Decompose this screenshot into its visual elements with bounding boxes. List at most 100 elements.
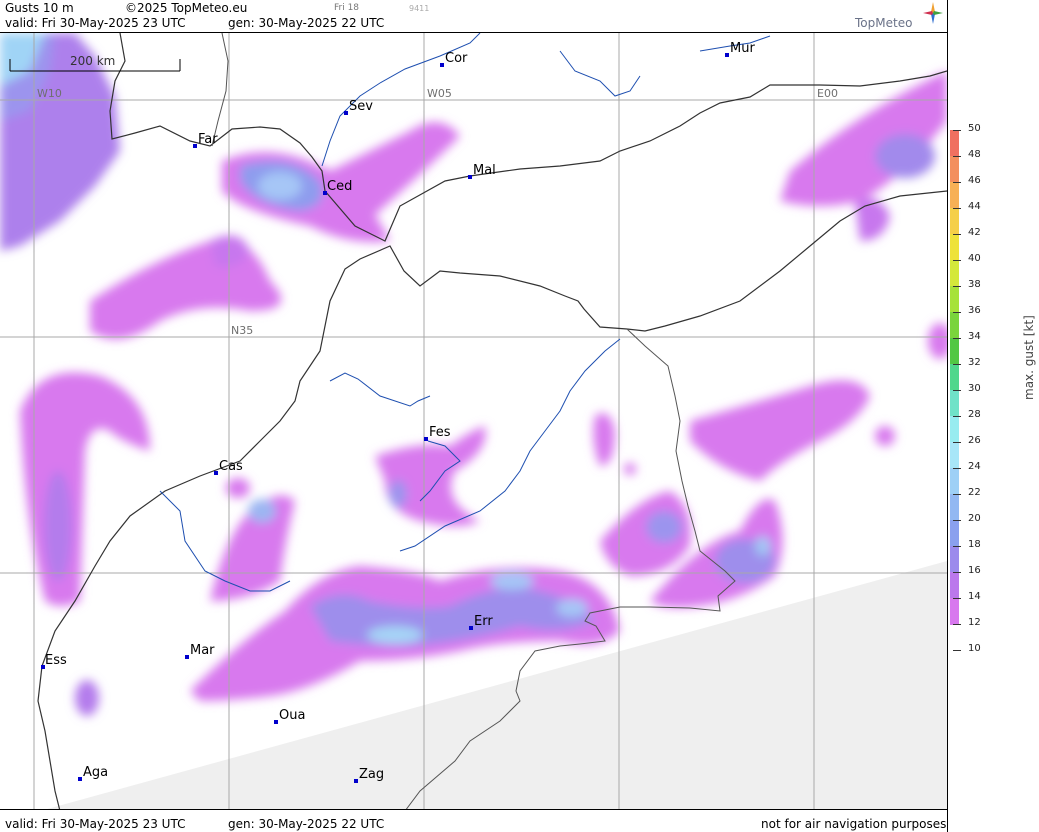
- legend-tick-label: 14: [968, 591, 981, 602]
- legend-tick-label: 36: [968, 305, 981, 316]
- city-label-far: Far: [198, 132, 218, 147]
- city-mal[interactable]: Mal: [468, 163, 496, 179]
- city-aga[interactable]: Aga: [78, 765, 108, 781]
- legend-tick-mark: [953, 468, 961, 469]
- legend-swatch: [950, 208, 959, 235]
- legend-tick-label: 16: [968, 565, 981, 576]
- grid-label-e00: E00: [817, 87, 838, 100]
- legend-tick-label: 28: [968, 409, 981, 420]
- legend-swatch: [950, 234, 959, 261]
- legend-tick-label: 48: [968, 149, 981, 160]
- legend-swatch: [950, 260, 959, 287]
- grid-label-w10: W10: [37, 87, 62, 100]
- legend-tick-mark: [953, 494, 961, 495]
- legend-tick-label: 18: [968, 539, 981, 550]
- legend-tick-mark: [953, 234, 961, 235]
- legend-colorbar: [950, 130, 959, 625]
- city-label-zag: Zag: [359, 767, 384, 782]
- city-label-mar: Mar: [190, 643, 215, 658]
- gen-time: gen: 30-May-2025 22 UTC: [228, 16, 385, 30]
- legend-swatch: [950, 572, 959, 599]
- legend-tick-mark: [953, 156, 961, 157]
- legend-swatch: [950, 312, 959, 339]
- legend-swatch: [950, 494, 959, 521]
- city-ess[interactable]: Ess: [41, 653, 67, 669]
- map-svg: 200 km W10 W05 E00 N35 Cor Mur Sev Far M…: [0, 33, 947, 809]
- legend-swatch: [950, 598, 959, 625]
- legend-tick-mark: [953, 390, 961, 391]
- city-label-err: Err: [474, 614, 493, 629]
- legend-tick-label: 42: [968, 227, 981, 238]
- legend-tick-label: 34: [968, 331, 981, 342]
- legend-swatch: [950, 130, 959, 157]
- footer-gen-time: gen: 30-May-2025 22 UTC: [228, 817, 385, 831]
- legend-tick-label: 10: [968, 643, 981, 654]
- legend-title: max. gust [kt]: [1022, 315, 1036, 400]
- legend-swatch: [950, 156, 959, 183]
- legend-swatch: [950, 364, 959, 391]
- brand-name: TopMeteo: [855, 16, 913, 30]
- city-label-cor: Cor: [445, 51, 468, 66]
- city-label-ess: Ess: [45, 653, 67, 668]
- legend-tick-label: 44: [968, 201, 981, 212]
- city-label-sev: Sev: [349, 99, 373, 114]
- header-bar: Gusts 10 m ©2025 TopMeteo.eu Fri 18 9411…: [0, 0, 947, 32]
- legend-tick-mark: [953, 650, 961, 651]
- city-label-mur: Mur: [730, 41, 755, 56]
- city-ced[interactable]: Ced: [323, 179, 352, 195]
- legend-tick-mark: [953, 260, 961, 261]
- city-mar[interactable]: Mar: [185, 643, 215, 659]
- legend-tick-mark: [953, 572, 961, 573]
- legend-swatch: [950, 416, 959, 443]
- city-fes[interactable]: Fes: [424, 425, 451, 441]
- legend-tick-mark: [953, 312, 961, 313]
- legend-swatch: [950, 286, 959, 313]
- city-cas[interactable]: Cas: [214, 459, 243, 475]
- city-label-aga: Aga: [83, 765, 108, 780]
- product-title: Gusts 10 m: [5, 1, 74, 15]
- legend-tick-label: 12: [968, 617, 981, 628]
- legend-tick-label: 46: [968, 175, 981, 186]
- city-label-oua: Oua: [279, 708, 305, 723]
- city-oua[interactable]: Oua: [274, 708, 305, 724]
- legend-tick-label: 26: [968, 435, 981, 446]
- legend-tick-mark: [953, 338, 961, 339]
- legend-tick-label: 22: [968, 487, 981, 498]
- legend-swatch: [950, 442, 959, 469]
- legend-swatch: [950, 520, 959, 547]
- legend-tick-mark: [953, 598, 961, 599]
- city-cor[interactable]: Cor: [440, 51, 468, 67]
- legend-swatch: [950, 390, 959, 417]
- run-tag: Fri 18: [334, 3, 360, 13]
- legend-swatch: [950, 546, 959, 573]
- legend-tick-mark: [953, 442, 961, 443]
- legend-tick-mark: [953, 520, 961, 521]
- map-panel[interactable]: 200 km W10 W05 E00 N35 Cor Mur Sev Far M…: [0, 32, 947, 810]
- legend-swatch: [950, 468, 959, 495]
- compass-logo: [923, 2, 943, 24]
- legend-swatch: [950, 338, 959, 365]
- city-label-mal: Mal: [473, 163, 496, 178]
- legend-swatch: [950, 182, 959, 209]
- legend-tick-mark: [953, 130, 961, 131]
- run-code: 9411: [409, 4, 430, 13]
- legend-tick-mark: [953, 416, 961, 417]
- city-zag[interactable]: Zag: [354, 767, 384, 783]
- city-far[interactable]: Far: [193, 132, 218, 148]
- city-label-fes: Fes: [429, 425, 451, 440]
- footer-bar: valid: Fri 30-May-2025 23 UTC gen: 30-Ma…: [0, 810, 947, 832]
- legend-tick-label: 38: [968, 279, 981, 290]
- footer-valid-time: valid: Fri 30-May-2025 23 UTC: [5, 817, 186, 831]
- city-label-ced: Ced: [327, 179, 352, 194]
- legend-tick-mark: [953, 546, 961, 547]
- city-sev[interactable]: Sev: [344, 99, 373, 115]
- city-mur[interactable]: Mur: [725, 41, 755, 57]
- city-label-cas: Cas: [219, 459, 243, 474]
- legend-tick-mark: [953, 624, 961, 625]
- valid-time: valid: Fri 30-May-2025 23 UTC: [5, 16, 186, 30]
- legend-tick-mark: [953, 364, 961, 365]
- legend-tick-label: 24: [968, 461, 981, 472]
- legend-tick-label: 32: [968, 357, 981, 368]
- legend-panel: 50 48 46 44 42 40 38 36 34 32 30 28 26 24 22 20 18 16 14 12…: [948, 0, 1039, 832]
- legend-tick-label: 40: [968, 253, 981, 264]
